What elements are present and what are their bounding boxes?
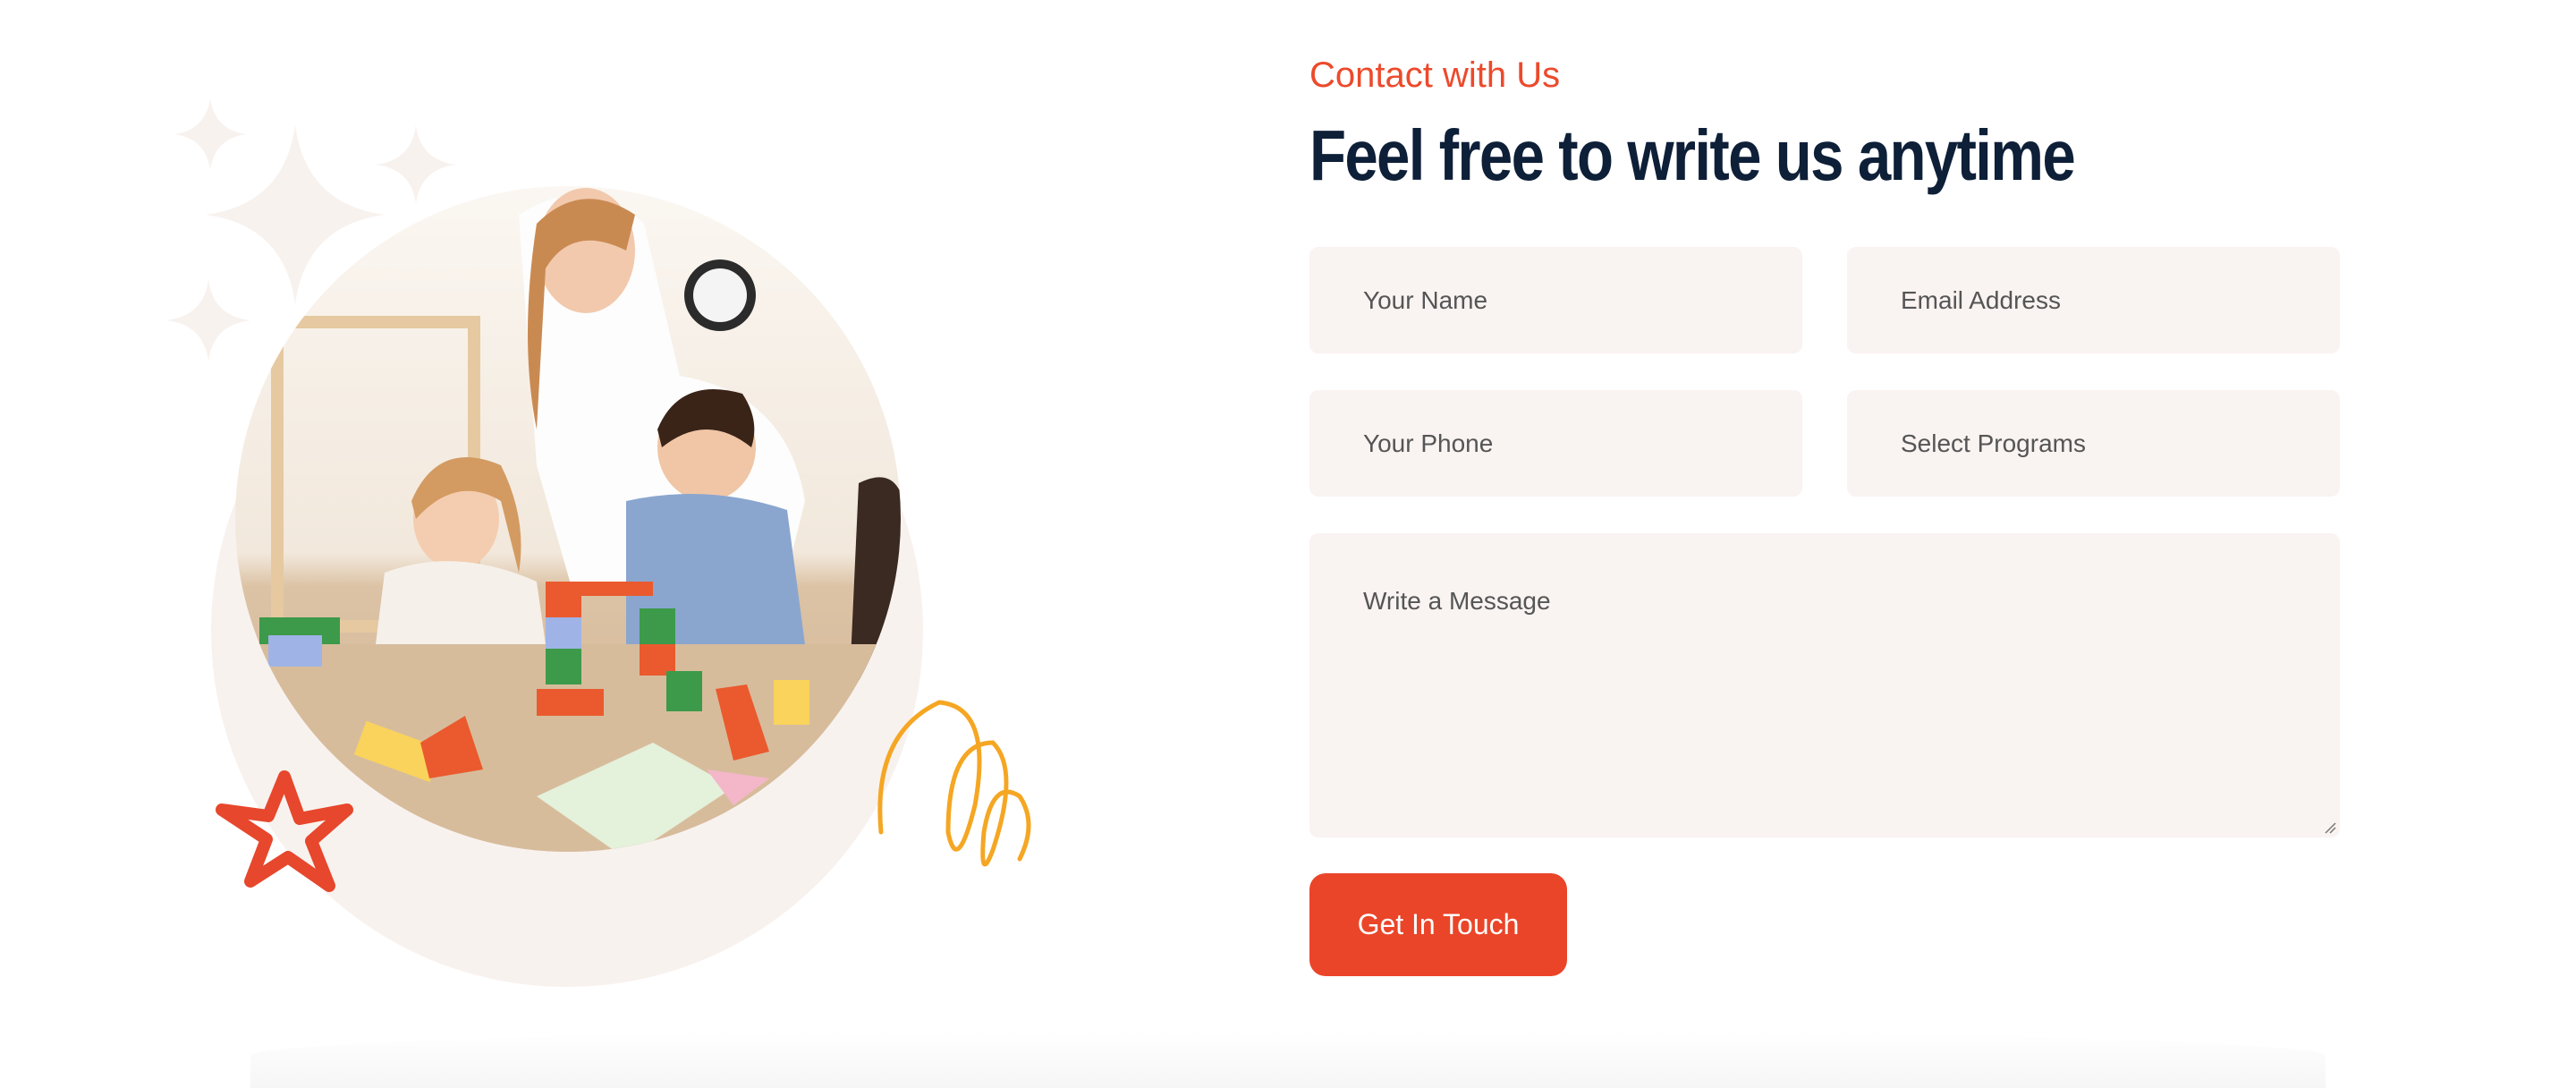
sparkle-icon — [166, 279, 250, 361]
resize-handle-icon[interactable] — [2324, 821, 2336, 834]
name-placeholder: Your Name — [1363, 285, 1488, 314]
section-eyebrow: Contact with Us — [1309, 55, 1561, 95]
page-title: Feel free to write us anytime — [1309, 115, 2076, 195]
program-select[interactable]: Select Programs — [1847, 390, 2340, 497]
name-input[interactable]: Your Name — [1309, 247, 1802, 353]
message-placeholder: Write a Message — [1363, 587, 1551, 615]
program-placeholder: Select Programs — [1901, 429, 2086, 457]
email-input[interactable]: Email Address — [1847, 247, 2340, 353]
get-in-touch-button[interactable]: Get In Touch — [1309, 873, 1567, 976]
phone-input[interactable]: Your Phone — [1309, 390, 1802, 497]
contact-illustration — [166, 98, 1031, 987]
phone-placeholder: Your Phone — [1363, 429, 1494, 457]
sparkle-icon — [376, 125, 456, 204]
sparkle-icon — [174, 98, 246, 170]
message-textarea[interactable]: Write a Message — [1309, 533, 2340, 837]
email-placeholder: Email Address — [1901, 285, 2061, 314]
section-bottom-shadow — [250, 1029, 2326, 1088]
